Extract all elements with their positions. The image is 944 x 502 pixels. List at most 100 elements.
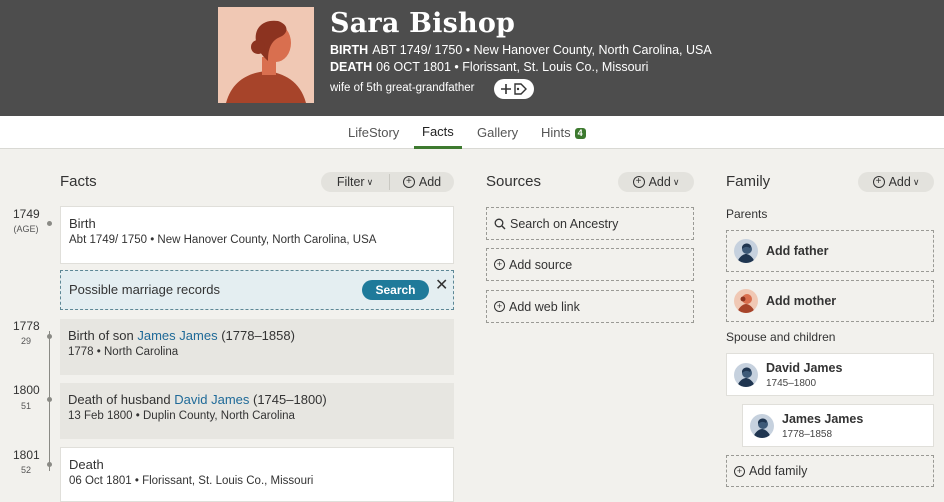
add-source-button[interactable]: + Add source xyxy=(486,248,694,281)
chevron-down-icon: ∨ xyxy=(912,176,920,187)
birth-label: BIRTH xyxy=(330,43,369,57)
death-label: DEATH xyxy=(330,60,373,74)
male-avatar-icon xyxy=(750,413,774,438)
fact-title: Death xyxy=(69,457,104,472)
husband-link[interactable]: David James xyxy=(174,392,249,407)
timeline-year: 1749 xyxy=(13,207,40,221)
child-name: James James xyxy=(782,411,864,426)
tab-gallery[interactable]: Gallery xyxy=(477,116,518,149)
fact-title-suffix: (1745–1800) xyxy=(249,392,327,407)
filter-button[interactable]: Filter ∨ xyxy=(321,172,389,192)
timeline-age: 52 xyxy=(20,465,31,475)
fact-title: Death of husband David James (1745–1800) xyxy=(68,392,446,407)
fact-card-birth[interactable]: Birth Abt 1749/ 1750 • New Hanover Count… xyxy=(60,206,454,264)
search-icon xyxy=(494,218,506,229)
add-web-link-label: Add web link xyxy=(509,299,580,314)
add-circle-icon: + xyxy=(494,301,505,312)
add-tag-icon xyxy=(501,83,527,95)
add-source-menu-button[interactable]: + Add ∨ xyxy=(618,172,694,192)
add-web-link-button[interactable]: + Add web link xyxy=(486,290,694,323)
death-summary: DEATH 06 OCT 1801 • Florissant, St. Louis… xyxy=(330,60,648,74)
hints-count-badge: 4 xyxy=(574,128,586,139)
add-fact-label: Add xyxy=(418,175,442,189)
profile-tabs: LifeStory Facts Gallery Hints 4 xyxy=(0,116,944,149)
child-info: James James 1778–1858 xyxy=(782,412,863,440)
family-heading: Family xyxy=(726,173,771,190)
add-circle-icon: + xyxy=(494,259,505,270)
add-tag-button[interactable] xyxy=(494,79,534,99)
marriage-records-hint: Possible marriage records Search ✕ xyxy=(60,270,454,310)
timeline-dot xyxy=(47,462,52,467)
add-father-label: Add father xyxy=(766,244,829,258)
fact-detail: Abt 1749/ 1750 • New Hanover County, Nor… xyxy=(69,234,377,246)
birth-summary: BIRTH ABT 1749/ 1750 • New Hanover County… xyxy=(330,43,712,57)
relationship-text: wife of 5th great-grandfather xyxy=(330,82,475,94)
fact-title: Birth xyxy=(69,216,96,231)
close-icon[interactable]: ✕ xyxy=(435,275,448,295)
add-family-button[interactable]: + Add family xyxy=(726,455,934,487)
tab-hints-label: Hints xyxy=(541,125,571,140)
timeline-year: 1778 xyxy=(13,319,40,333)
spouse-info: David James 1745–1800 xyxy=(766,361,842,389)
female-silhouette-icon xyxy=(218,7,314,103)
search-marriage-button[interactable]: Search xyxy=(362,280,429,300)
filter-label: Filter xyxy=(336,175,365,189)
marriage-hint-text: Possible marriage records xyxy=(69,282,221,297)
male-avatar-icon xyxy=(734,239,758,263)
spouse-children-label: Spouse and children xyxy=(726,330,836,344)
male-avatar-icon xyxy=(734,362,758,387)
search-on-ancestry-label: Search on Ancestry xyxy=(510,216,619,231)
fact-title-prefix: Birth of son xyxy=(68,328,138,343)
add-mother-label: Add mother xyxy=(766,294,837,308)
fact-card-birth-of-son[interactable]: Birth of son James James (1778–1858) 177… xyxy=(60,319,454,375)
sources-heading: Sources xyxy=(486,173,542,190)
fact-title: Birth of son James James (1778–1858) xyxy=(68,328,446,343)
child-card[interactable]: James James 1778–1858 xyxy=(742,404,934,447)
search-on-ancestry-button[interactable]: Search on Ancestry xyxy=(486,207,694,240)
add-father-button[interactable]: Add father xyxy=(726,230,934,272)
add-source-label: Add source xyxy=(509,257,573,272)
fact-detail: 13 Feb 1800 • Duplin County, North Carol… xyxy=(68,410,295,422)
birth-value: ABT 1749/ 1750 • New Hanover County, Nor… xyxy=(372,43,712,57)
timeline-dot xyxy=(47,221,52,226)
parents-label: Parents xyxy=(726,207,768,221)
add-circle-icon: + xyxy=(872,176,885,188)
person-name: Sara Bishop xyxy=(330,8,516,39)
spouse-dates: 1745–1800 xyxy=(766,377,817,389)
fact-detail: 06 Oct 1801 • Florissant, St. Louis Co.,… xyxy=(69,475,314,487)
child-dates: 1778–1858 xyxy=(782,428,833,440)
add-circle-icon: + xyxy=(734,465,745,477)
facts-actions: Filter ∨ + Add xyxy=(321,172,454,192)
fact-title-suffix: (1778–1858) xyxy=(217,328,295,343)
female-avatar-icon xyxy=(734,289,758,313)
add-family-label: Add family xyxy=(749,464,808,478)
spouse-card[interactable]: David James 1745–1800 xyxy=(726,353,934,396)
fact-title-prefix: Death of husband xyxy=(68,392,175,407)
tab-hints[interactable]: Hints 4 xyxy=(541,116,586,149)
timeline-dot xyxy=(47,397,52,402)
profile-header: Sara Bishop BIRTH ABT 1749/ 1750 • New Ha… xyxy=(0,0,944,116)
facts-heading: Facts xyxy=(60,173,97,190)
timeline-dot xyxy=(47,334,52,339)
timeline-year: 1801 xyxy=(13,448,40,462)
spouse-name: David James xyxy=(766,360,843,375)
timeline-year: 1800 xyxy=(13,383,40,397)
add-circle-icon: + xyxy=(632,176,645,188)
add-family-menu-label: Add xyxy=(888,175,911,189)
fact-card-death[interactable]: Death 06 Oct 1801 • Florissant, St. Loui… xyxy=(60,447,454,502)
profile-avatar[interactable] xyxy=(218,7,314,103)
timeline-age: 29 xyxy=(20,336,31,346)
death-value: 06 OCT 1801 • Florissant, St. Louis Co.,… xyxy=(376,60,649,74)
add-family-menu-button[interactable]: + Add ∨ xyxy=(858,172,934,192)
add-mother-button[interactable]: Add mother xyxy=(726,280,934,322)
add-fact-button[interactable]: + Add xyxy=(390,172,454,192)
timeline-age: 51 xyxy=(20,401,31,411)
tab-lifestory[interactable]: LifeStory xyxy=(348,116,399,149)
chevron-down-icon: ∨ xyxy=(366,176,374,187)
son-link[interactable]: James James xyxy=(137,328,217,343)
timeline-age: (AGE) xyxy=(13,224,39,234)
chevron-down-icon: ∨ xyxy=(672,176,680,187)
fact-card-death-of-husband[interactable]: Death of husband David James (1745–1800)… xyxy=(60,383,454,439)
fact-detail: 1778 • North Carolina xyxy=(68,346,179,358)
tab-facts[interactable]: Facts xyxy=(414,116,462,149)
